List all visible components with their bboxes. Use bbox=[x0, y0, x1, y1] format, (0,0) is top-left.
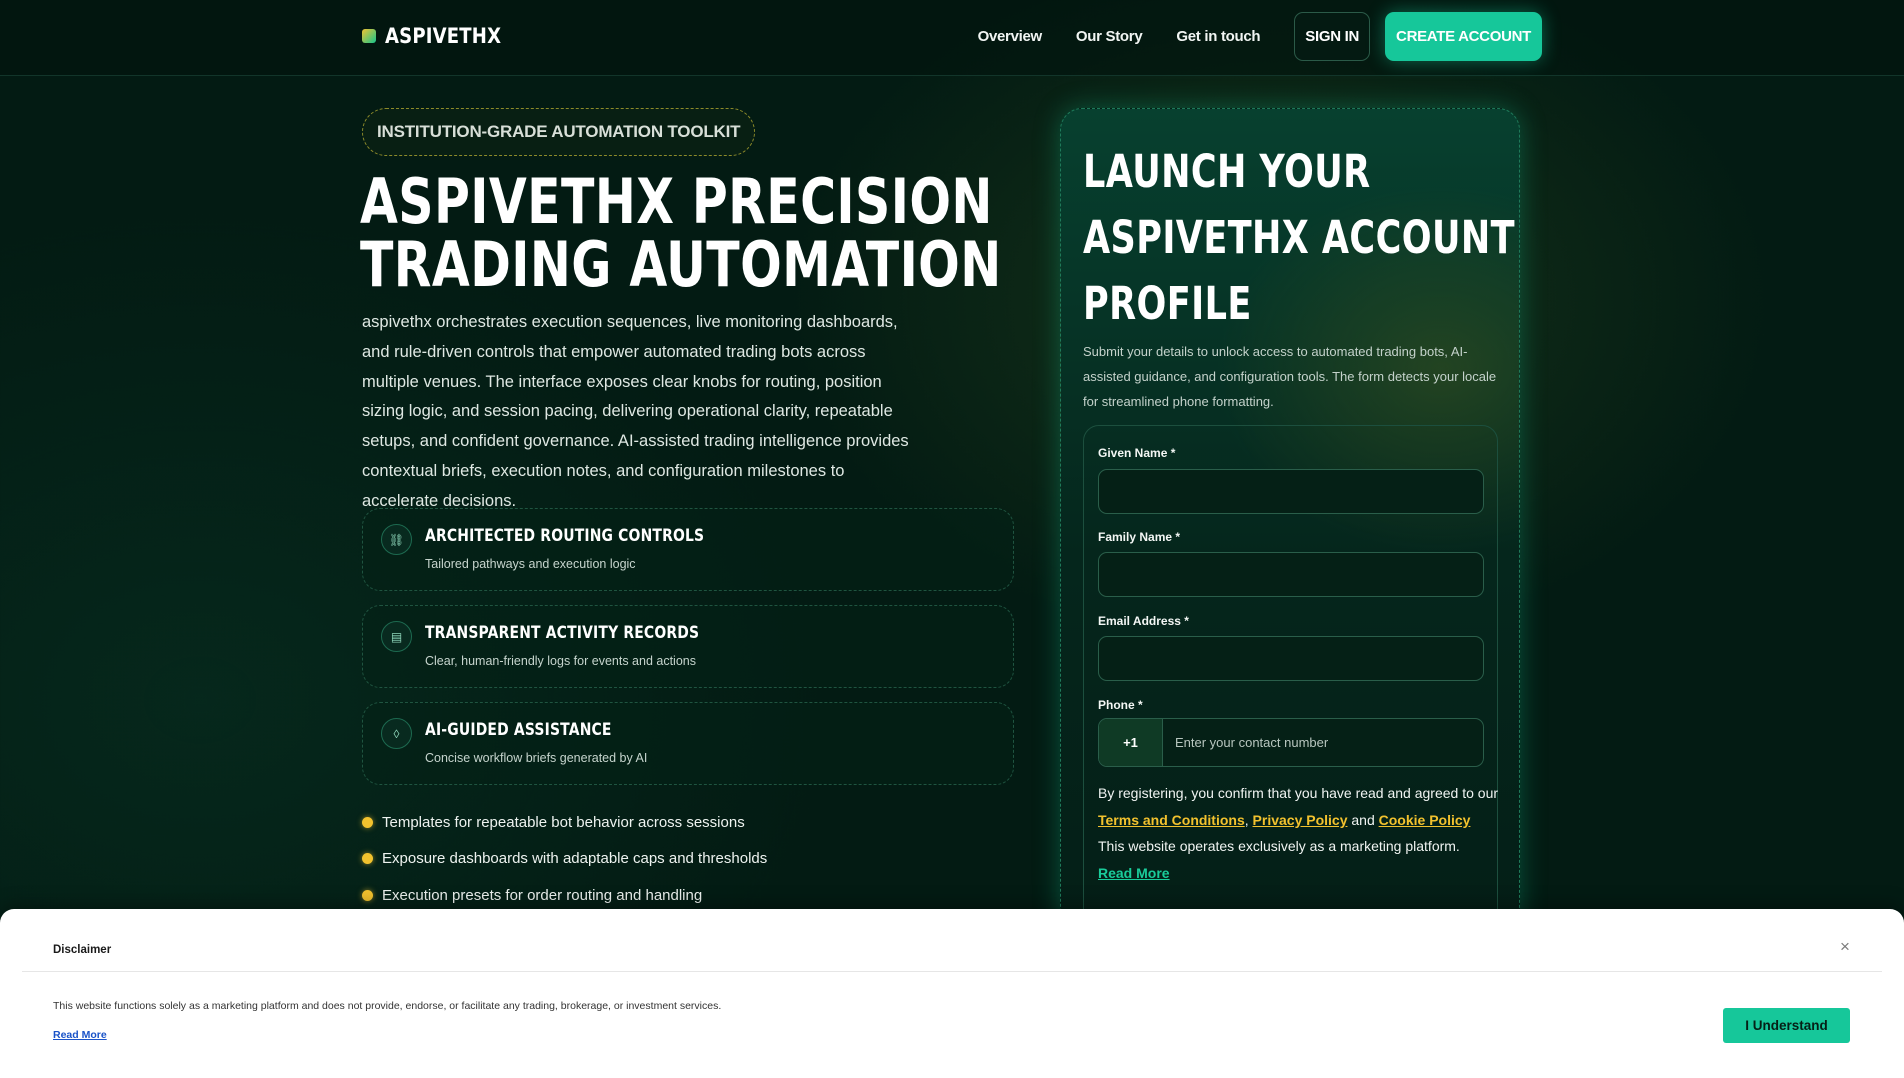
given-name-label: Given Name * bbox=[1098, 446, 1176, 460]
consent-and: and bbox=[1351, 811, 1375, 828]
phone-country-code[interactable]: +1 bbox=[1099, 719, 1163, 766]
bullet-dot-icon bbox=[362, 853, 373, 865]
link-icon: ⛓ bbox=[381, 524, 412, 555]
hero-description: aspivethx orchestrates execution sequenc… bbox=[362, 313, 909, 510]
feature-subtitle: Concise workflow briefs generated by AI bbox=[425, 751, 648, 765]
terms-link[interactable]: Terms and Conditions bbox=[1098, 812, 1245, 828]
consent-prefix: By registering, you confirm that you hav… bbox=[1098, 785, 1499, 801]
nav-link-get-in-touch[interactable]: Get in touch bbox=[1176, 28, 1260, 45]
disclaimer-title: Disclaimer bbox=[53, 944, 112, 956]
feature-card-ai: ◊ AI-GUIDED ASSISTANCE Concise workflow … bbox=[362, 702, 1014, 785]
bullet-dot-icon bbox=[362, 816, 373, 828]
signup-description: Submit your details to unlock access to … bbox=[1083, 344, 1497, 409]
list-item: Templates for repeatable bot behavior ac… bbox=[362, 804, 767, 841]
hero-badge: INSTITUTION-GRADE AUTOMATION TOOLKIT bbox=[362, 108, 756, 156]
consent-read-more-link[interactable]: Read More bbox=[1098, 865, 1170, 881]
signup-title-line-3: PROFILE bbox=[1083, 277, 1252, 330]
feature-card-routing: ⛓ ARCHITECTED ROUTING CONTROLS Tailored … bbox=[362, 508, 1014, 591]
top-navbar: ASPIVETHX Overview Our Story Get in touc… bbox=[0, 0, 1904, 76]
family-name-label: Family Name * bbox=[1098, 530, 1181, 544]
feature-bullet-list: Templates for repeatable bot behavior ac… bbox=[362, 804, 767, 914]
family-name-input[interactable] bbox=[1098, 552, 1484, 597]
list-icon: ▤ bbox=[381, 621, 412, 652]
feature-title: AI-GUIDED ASSISTANCE bbox=[425, 720, 612, 740]
email-input[interactable] bbox=[1098, 636, 1484, 681]
nav-link-overview[interactable]: Overview bbox=[978, 28, 1043, 45]
bullet-text: Execution presets for order routing and … bbox=[382, 886, 703, 904]
close-icon[interactable]: × bbox=[1837, 938, 1853, 955]
feature-title: ARCHITECTED ROUTING CONTROLS bbox=[425, 526, 705, 546]
given-name-input[interactable] bbox=[1098, 469, 1484, 514]
marketing-note: This website operates exclusively as a m… bbox=[1098, 838, 1460, 855]
privacy-link[interactable]: Privacy Policy bbox=[1253, 812, 1348, 828]
signup-title-line-2: ASPIVETHX ACCOUNT bbox=[1083, 211, 1515, 264]
signup-title: LAUNCH YOUR ASPIVETHX ACCOUNT PROFILE bbox=[1083, 139, 1515, 337]
feature-card-records: ▤ TRANSPARENT ACTIVITY RECORDS Clear, hu… bbox=[362, 605, 1014, 688]
email-label: Email Address * bbox=[1098, 614, 1189, 628]
hero-title-line-2: TRADING AUTOMATION bbox=[360, 228, 1002, 301]
sign-in-button[interactable]: SIGN IN bbox=[1294, 12, 1371, 61]
consent-text: By registering, you confirm that you hav… bbox=[1098, 780, 1498, 887]
list-item: Exposure dashboards with adaptable caps … bbox=[362, 841, 767, 878]
signup-title-line-1: LAUNCH YOUR bbox=[1083, 145, 1371, 198]
disclaimer-text: This website functions solely as a marke… bbox=[53, 1000, 722, 1012]
hero-title: ASPIVETHX PRECISION TRADING AUTOMATION bbox=[360, 165, 1002, 301]
disclaimer-divider bbox=[22, 971, 1882, 972]
bullet-dot-icon bbox=[362, 889, 373, 901]
bullet-text: Exposure dashboards with adaptable caps … bbox=[382, 850, 768, 868]
feature-title: TRANSPARENT ACTIVITY RECORDS bbox=[425, 623, 700, 643]
phone-label: Phone * bbox=[1098, 698, 1143, 712]
main-nav: Overview Our Story Get in touch SIGN IN … bbox=[978, 12, 1542, 61]
ai-spark-icon: ◊ bbox=[381, 718, 412, 749]
phone-field: +1 bbox=[1098, 718, 1484, 767]
cookie-link[interactable]: Cookie Policy bbox=[1379, 812, 1471, 828]
consent-comma: , bbox=[1244, 811, 1249, 828]
bullet-text: Templates for repeatable bot behavior ac… bbox=[382, 813, 745, 831]
nav-link-our-story[interactable]: Our Story bbox=[1076, 28, 1143, 45]
create-account-button[interactable]: CREATE ACCOUNT bbox=[1385, 12, 1542, 61]
disclaimer-read-more-link[interactable]: Read More bbox=[53, 1029, 107, 1041]
disclaimer-banner: Disclaimer × This website functions sole… bbox=[0, 909, 1904, 1078]
brand-name: ASPIVETHX bbox=[385, 24, 502, 48]
feature-subtitle: Tailored pathways and execution logic bbox=[425, 557, 636, 571]
phone-input[interactable] bbox=[1163, 719, 1483, 766]
understand-button[interactable]: I Understand bbox=[1723, 1008, 1850, 1043]
brand-logo[interactable]: ASPIVETHX bbox=[362, 24, 520, 48]
feature-subtitle: Clear, human-friendly logs for events an… bbox=[425, 654, 696, 668]
brand-mark-icon bbox=[362, 29, 376, 43]
hero-title-line-1: ASPIVETHX PRECISION bbox=[360, 165, 993, 238]
